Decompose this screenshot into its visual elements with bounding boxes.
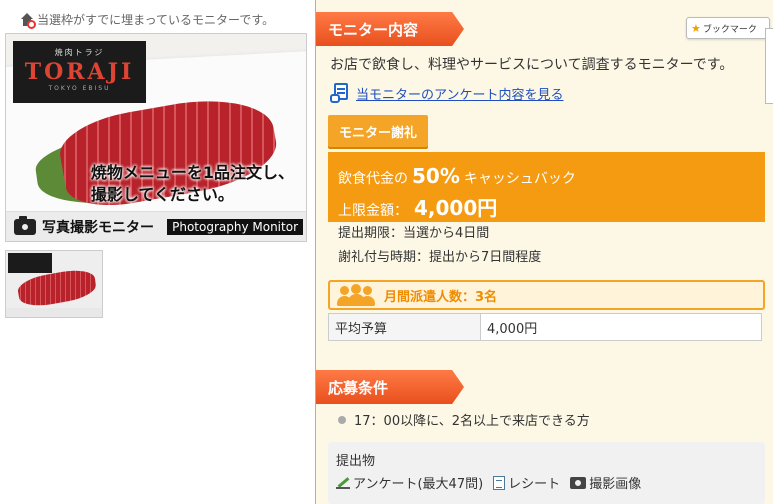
- camera-icon: [570, 476, 587, 489]
- filled-notice-text: 当選枠がすでに埋まっているモニターです。: [37, 13, 275, 27]
- cashback-prefix: 飲食代金の: [338, 171, 408, 187]
- cashback-suffix: キャッシュバック: [463, 171, 576, 187]
- submission-item-survey: アンケート(最大47問): [336, 473, 483, 492]
- people-icon: [336, 284, 376, 306]
- main-photo[interactable]: 焼肉トラジ TORAJI TOKYO EBISU 焼物メニューを1品注文し、 撮…: [5, 33, 307, 242]
- reward-tab: モニター謝礼: [328, 115, 428, 147]
- photo-caption: 焼物メニューを1品注文し、 撮影してください。: [90, 163, 294, 205]
- payment-timing: 謝礼付与時期：提出から7日間程度: [338, 250, 542, 265]
- submission-item-photo: 撮影画像: [570, 473, 641, 492]
- monthly-dispatch: 月間派遣人数：3名: [328, 280, 765, 310]
- column-divider: [315, 0, 316, 504]
- photo-monitor-bar: 写真撮影モニター Photography Monitor: [6, 211, 306, 241]
- bookmark-label: ブックマーク: [702, 24, 757, 35]
- restaurant-logo: 焼肉トラジ TORAJI TOKYO EBISU: [13, 41, 146, 103]
- reward-box: 飲食代金の 50% キャッシュバック 上限金額： 4,000円: [328, 152, 765, 222]
- reward-terms: 提出期限：当選から4日間 謝礼付与時期：提出から7日間程度: [328, 222, 765, 270]
- photo-monitor-label: 写真撮影モニター: [42, 219, 154, 236]
- submission-box: 提出物 アンケート(最大47問) レシート 撮影画像: [328, 442, 765, 504]
- condition-item: 17：00以降に、2名以上で来店できる方: [338, 410, 590, 429]
- photo-monitor-label-en: Photography Monitor: [167, 218, 303, 235]
- survey-link-row[interactable]: 当モニターのアンケート内容を見る: [330, 82, 563, 104]
- submission-title: 提出物: [336, 454, 376, 469]
- survey-link[interactable]: 当モニターのアンケート内容を見る: [356, 84, 563, 103]
- camera-icon: [14, 215, 36, 235]
- receipt-icon: [493, 475, 506, 490]
- submission-item-receipt: レシート: [493, 473, 560, 492]
- filled-notice: 当選枠がすでに埋まっているモニターです。: [20, 11, 275, 29]
- cashback-percent: 50%: [412, 164, 460, 188]
- budget-label: 平均予算: [328, 313, 481, 341]
- limit-amount: 4,000円: [414, 196, 498, 220]
- bookmark-button[interactable]: ★ ブックマーク: [686, 17, 770, 39]
- star-icon: ★: [691, 21, 701, 35]
- pencil-icon: [336, 477, 350, 489]
- bullet-icon: [338, 415, 346, 424]
- submission-deadline: 提出期限：当選から4日間: [338, 226, 490, 241]
- section-header-conditions: 応募条件: [316, 370, 464, 404]
- monitor-description: お店で飲食し、料理やサービスについて調査するモニターです。: [330, 57, 734, 73]
- survey-document-icon: [330, 82, 350, 104]
- photo-thumbnail[interactable]: [5, 250, 103, 318]
- monthly-dispatch-text: 月間派遣人数：3名: [384, 289, 498, 305]
- limit-label: 上限金額：: [338, 203, 408, 219]
- table-row: 平均予算 4,000円: [328, 313, 762, 341]
- side-panel-edge[interactable]: [765, 28, 773, 104]
- condition-text: 17：00以降に、2名以上で来店できる方: [354, 414, 590, 429]
- section-header-monitor: モニター内容: [316, 12, 464, 46]
- budget-table: 平均予算 4,000円: [328, 313, 762, 341]
- budget-value: 4,000円: [480, 313, 762, 341]
- full-slot-icon: [20, 12, 36, 29]
